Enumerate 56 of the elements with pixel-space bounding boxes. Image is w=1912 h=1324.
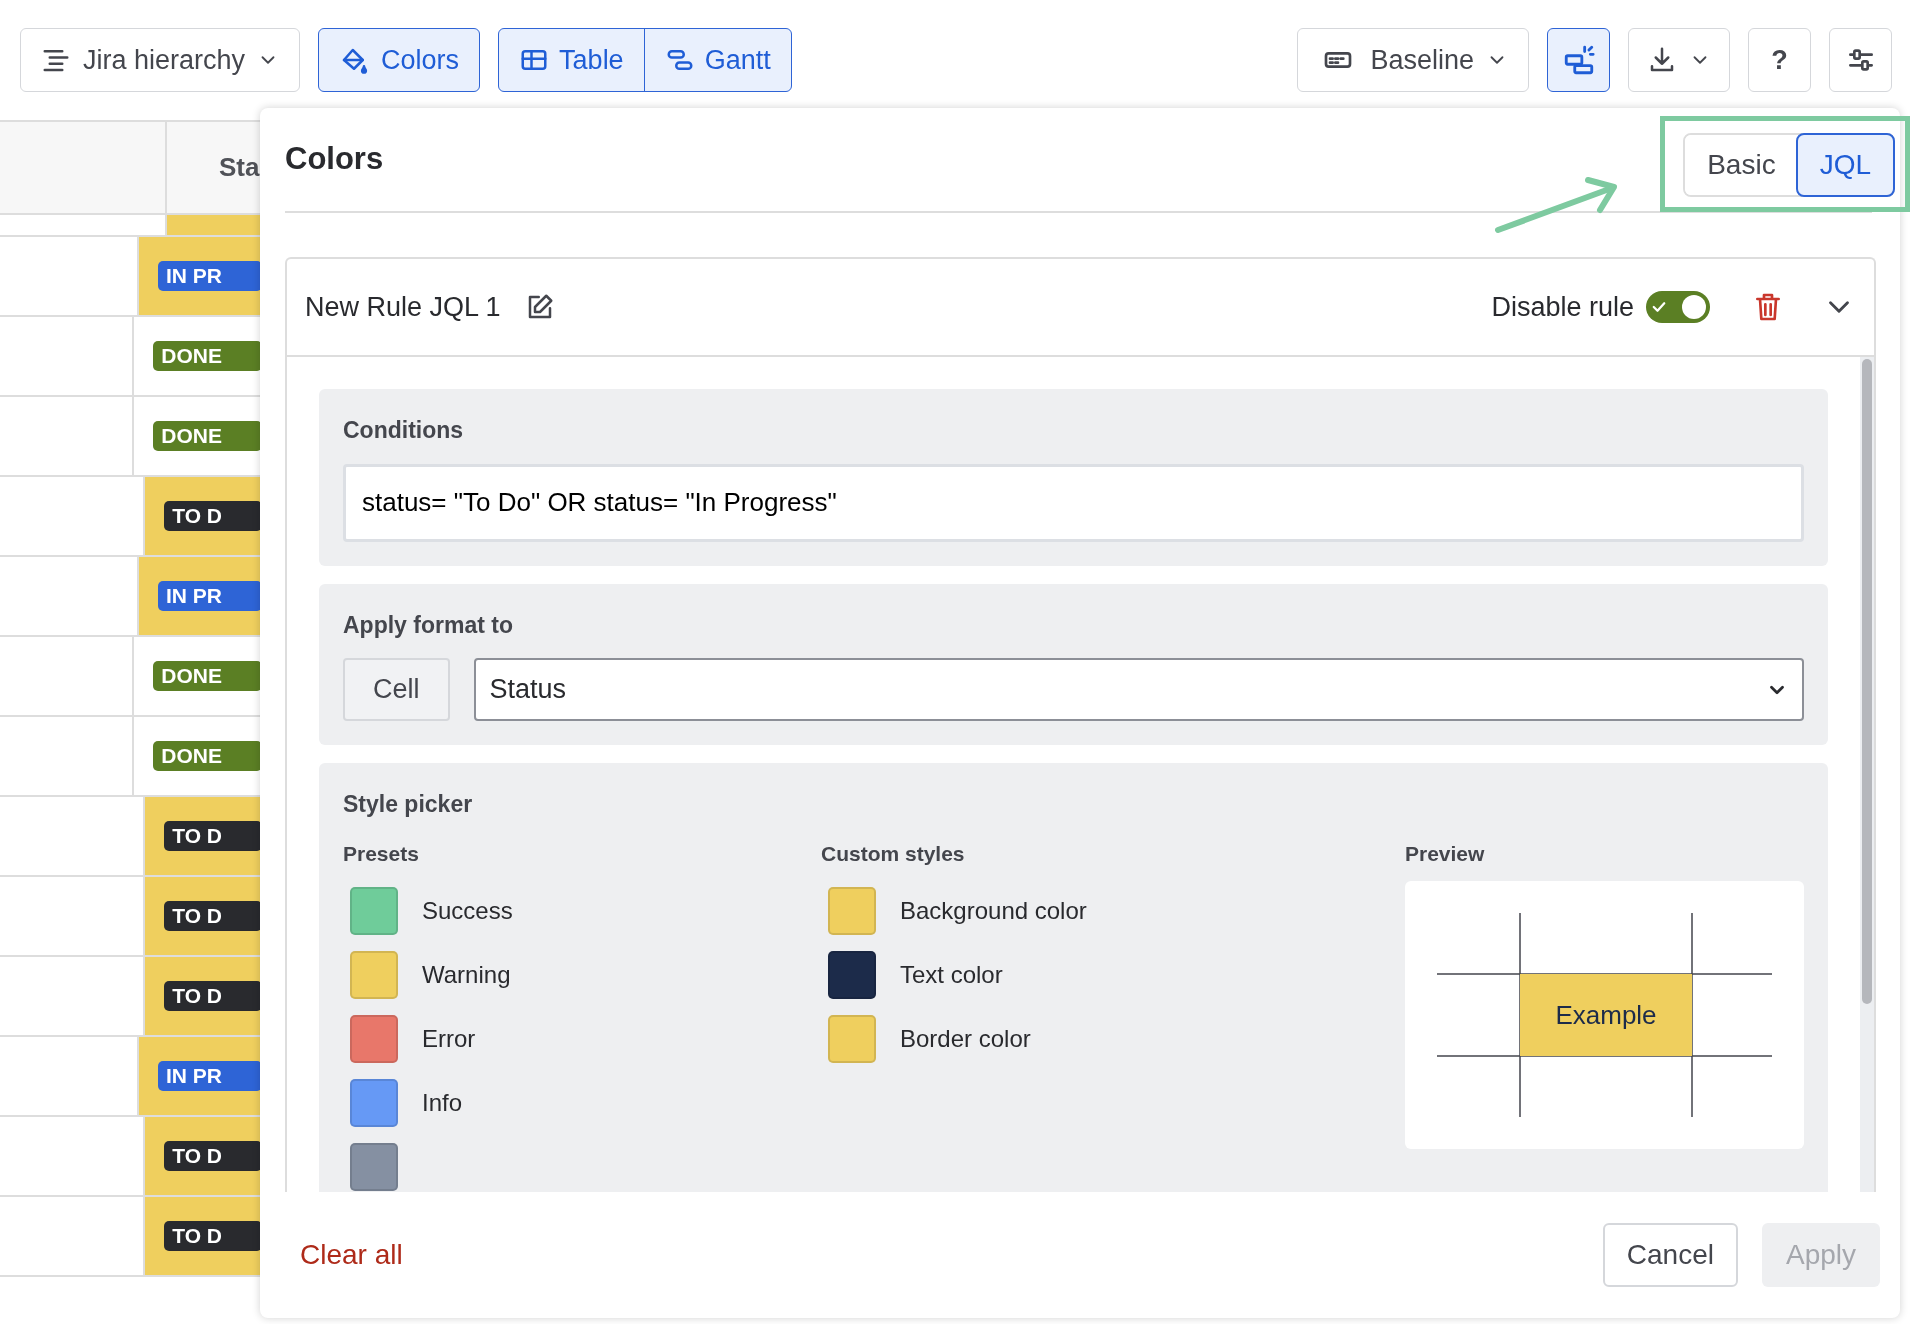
column-select[interactable]: Status [473, 658, 1804, 721]
clear-all-link[interactable]: Clear all [300, 1234, 403, 1276]
status-badge: TO D [164, 1221, 262, 1251]
help-button[interactable]: ? [1748, 28, 1811, 92]
preview-cell: Example [1520, 974, 1692, 1056]
column-label: Custom styles [821, 840, 966, 867]
toggle-switch[interactable] [1646, 291, 1710, 323]
view-button[interactable]: Table [499, 29, 644, 91]
column-label: Presets [343, 840, 420, 867]
disable-rule-label: Disable rule [1491, 290, 1634, 324]
color-swatch[interactable] [350, 1079, 398, 1127]
preset-label: Error [422, 1024, 476, 1054]
status-badge: DONE [153, 341, 262, 371]
rule-name: New Rule JQL 1 [305, 290, 501, 324]
color-swatch[interactable] [350, 887, 398, 935]
preset-label: Info [422, 1088, 463, 1118]
status-badge: IN PR [158, 1061, 262, 1091]
section-label: Conditions [343, 416, 465, 445]
baseline-dropdown[interactable]: Baseline [1297, 28, 1529, 92]
status-badge: TO D [164, 981, 262, 1011]
status-badge: TO D [164, 501, 262, 531]
status-badge: DONE [153, 661, 262, 691]
hierarchy-dropdown[interactable]: Jira hierarchy [20, 28, 301, 92]
view-button[interactable]: Gantt [643, 29, 791, 91]
color-swatch[interactable] [828, 887, 876, 935]
style-label: Text color [900, 960, 1003, 990]
layout-toggle-button[interactable] [1547, 28, 1610, 92]
style-label: Border color [900, 1024, 1031, 1054]
color-swatch[interactable] [350, 1143, 398, 1191]
jql-input-field[interactable]: status= "To Do" OR status= "In Progress" [343, 463, 1804, 542]
color-swatch[interactable] [350, 951, 398, 999]
status-badge: DONE [153, 741, 262, 771]
panel-title: Colors [285, 140, 384, 179]
preset-label: Warning [422, 960, 511, 990]
color-swatch[interactable] [350, 1015, 398, 1063]
section-label: Apply format to [343, 610, 514, 640]
scope-button[interactable]: Cell [343, 658, 450, 721]
status-badge: IN PR [158, 581, 262, 611]
column-header: Sta [219, 151, 260, 184]
status-badge: TO D [164, 901, 262, 931]
status-badge: IN PR [158, 261, 262, 291]
section-label: Style picker [343, 790, 474, 819]
export-dropdown[interactable] [1628, 28, 1730, 92]
style-label: Background color [900, 896, 1087, 926]
color-swatch[interactable] [828, 951, 876, 999]
preset-label: Success [422, 896, 513, 926]
status-badge: DONE [153, 421, 262, 451]
column-label: Preview [1405, 840, 1486, 867]
colors-button[interactable]: Colors [318, 28, 481, 92]
status-badge: TO D [164, 1141, 262, 1171]
cancel-button[interactable]: Cancel [1602, 1223, 1738, 1287]
mode-tab[interactable]: JQL [1797, 134, 1893, 195]
scrollbar[interactable] [1860, 357, 1874, 1192]
status-badge: TO D [164, 821, 262, 851]
color-swatch[interactable] [828, 1015, 876, 1063]
settings-button[interactable] [1829, 28, 1892, 92]
